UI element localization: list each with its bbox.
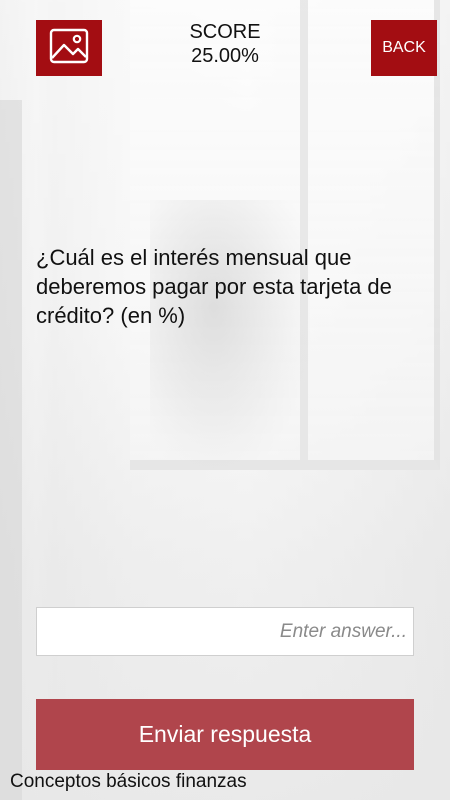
image-icon (49, 28, 89, 69)
score-display: SCORE 25.00% (150, 20, 300, 68)
background-photo (0, 0, 450, 800)
background-wall (0, 100, 22, 800)
show-image-button[interactable] (36, 20, 102, 76)
question-text: ¿Cuál es el interés mensual que deberemo… (36, 245, 392, 328)
submit-answer-button[interactable]: Enviar respuesta (36, 699, 414, 770)
score-label: SCORE (189, 21, 261, 43)
answer-input[interactable] (36, 607, 414, 656)
background-tree (150, 200, 310, 470)
category-label: Conceptos básicos finanzas (10, 771, 247, 792)
score-value: 25.00% (191, 45, 259, 67)
back-button[interactable]: BACK (371, 20, 437, 76)
